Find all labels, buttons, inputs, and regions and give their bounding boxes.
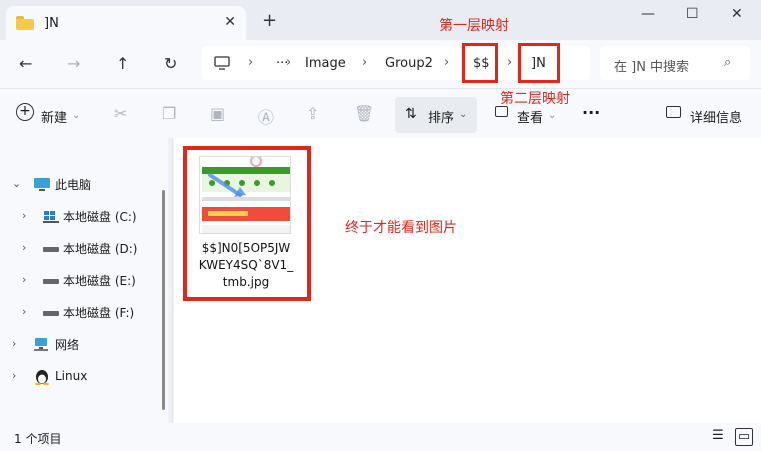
title-bar: ]N ✕ + — ☐ ✕	[0, 0, 761, 40]
search-box[interactable]: 在 ]N 中搜索 ⌕	[600, 46, 750, 80]
breadcrumb-separator: ›	[362, 55, 368, 70]
delete-icon[interactable]: 🗑	[354, 104, 374, 123]
sidebar-item-label: 此电脑	[55, 178, 92, 192]
new-tab-button[interactable]: +	[262, 10, 277, 31]
drive-icon	[43, 278, 59, 284]
network-icon	[34, 338, 48, 351]
new-plus-icon: +	[16, 103, 34, 121]
sidebar-item-linux[interactable]: Linux	[33, 367, 87, 385]
breadcrumb-separator: ›	[444, 55, 450, 70]
sidebar-item-label: 网络	[55, 338, 80, 352]
tab-current[interactable]: ]N ✕	[6, 6, 246, 40]
navigation-pane: ⌄ 此电脑 › 本地磁盘 (C:) › 本地磁盘 (D:) › 本地磁盘 (E:…	[0, 138, 168, 423]
sidebar-item-label: 本地磁盘 (D:)	[63, 242, 138, 256]
annotation-first-layer: 第一层映射	[439, 18, 509, 34]
file-name-line: tmb.jpg	[222, 275, 270, 289]
sidebar-item-drive-e[interactable]: 本地磁盘 (E:)	[43, 272, 136, 289]
linux-icon	[35, 370, 49, 385]
details-view-icon[interactable]: ☰	[709, 428, 727, 446]
chevron-right-icon[interactable]: ›	[12, 337, 16, 350]
sort-label: 排序	[428, 111, 455, 126]
file-name-line: KWEY4SQ`8V1_	[198, 258, 294, 272]
breadcrumb-group2[interactable]: Group2	[385, 56, 433, 71]
tab-title: ]N	[44, 15, 59, 31]
sidebar-item-this-pc[interactable]: 此电脑	[33, 176, 91, 193]
tab-close-icon[interactable]: ✕	[224, 14, 236, 30]
sidebar-item-drive-d[interactable]: 本地磁盘 (D:)	[43, 240, 137, 257]
highlight-box-second	[518, 43, 560, 83]
minimize-button[interactable]: —	[641, 6, 655, 22]
more-options-button[interactable]: ···	[582, 103, 600, 122]
thumbnail-image	[200, 157, 290, 233]
item-count: 1 个项目	[14, 432, 62, 446]
search-icon: ⌕	[724, 55, 732, 70]
sidebar-item-drive-f[interactable]: 本地磁盘 (F:)	[43, 304, 134, 321]
share-icon[interactable]: ⇪	[306, 104, 319, 123]
forward-button[interactable]: →	[67, 54, 80, 73]
close-window-button[interactable]: ✕	[731, 6, 743, 22]
view-button[interactable]: 查看	[517, 107, 543, 126]
breadcrumb-separator: ›	[248, 55, 254, 70]
file-name-line: $$]N0[5OP5JW	[201, 241, 291, 255]
paste-icon[interactable]: ▣	[210, 104, 225, 123]
drive-icon	[43, 246, 59, 252]
search-placeholder: 在 ]N 中搜索	[614, 60, 690, 75]
rename-icon[interactable]: Ⓐ	[258, 104, 274, 128]
sort-button[interactable]: ⇅ 排序 ⌄	[395, 97, 477, 133]
sidebar-item-label: 本地磁盘 (F:)	[63, 306, 135, 320]
status-bar: 1 个项目 ☰ ▭	[0, 423, 761, 451]
breadcrumb-separator: ›	[286, 55, 292, 70]
new-button[interactable]: 新建	[41, 107, 67, 126]
chevron-down-icon: ⌄	[459, 109, 468, 120]
annotation-second-layer: 第二层映射	[500, 91, 570, 107]
sort-icon: ⇅	[405, 106, 417, 122]
maximize-button[interactable]: ☐	[686, 6, 699, 22]
monitor-icon	[214, 56, 230, 70]
breadcrumb-separator: ›	[507, 55, 513, 70]
back-button[interactable]: ←	[19, 54, 32, 73]
sidebar-item-label: 本地磁盘 (E:)	[63, 274, 136, 288]
chevron-right-icon[interactable]: ›	[22, 241, 26, 254]
highlight-box-first	[462, 43, 498, 83]
cut-icon[interactable]: ✂	[114, 104, 127, 123]
windows-drive-icon	[43, 211, 59, 223]
chevron-right-icon[interactable]: ›	[12, 369, 16, 382]
sidebar-item-label: Linux	[55, 369, 88, 383]
chevron-down-icon: ⌄	[548, 110, 557, 121]
breadcrumb-image[interactable]: Image	[305, 56, 346, 71]
chevron-right-icon[interactable]: ›	[22, 305, 26, 318]
copy-icon[interactable]: ❐	[162, 104, 176, 123]
chevron-right-icon[interactable]: ›	[22, 273, 26, 286]
sidebar-item-label: 本地磁盘 (C:)	[63, 210, 137, 224]
details-pane-icon	[666, 106, 681, 118]
up-button[interactable]: ↑	[116, 54, 129, 73]
chevron-right-icon[interactable]: ›	[22, 209, 26, 222]
sidebar-item-drive-c[interactable]: 本地磁盘 (C:)	[43, 208, 137, 225]
refresh-button[interactable]: ↻	[164, 54, 177, 73]
folder-icon	[16, 16, 34, 30]
large-icons-view-icon[interactable]: ▭	[735, 428, 753, 446]
pc-icon	[34, 178, 50, 191]
chevron-down-icon[interactable]: ⌄	[12, 177, 21, 190]
file-thumbnail[interactable]	[199, 156, 291, 234]
sidebar-scrollbar[interactable]	[162, 190, 165, 410]
sidebar-item-network[interactable]: 网络	[33, 336, 79, 353]
address-row: ← → ↑ ↻ › ··· › Image › Group2 › $$ › ]N…	[0, 40, 761, 88]
chevron-down-icon: ⌄	[72, 110, 81, 121]
details-button[interactable]: 详细信息	[690, 107, 742, 126]
annotation-finally-see-image: 终于才能看到图片	[345, 220, 457, 236]
pane-divider[interactable]	[172, 138, 173, 423]
command-bar: + 新建 ⌄ ✂ ❐ ▣ Ⓐ ⇪ 🗑 ⇅ 排序 ⌄ 查看 ⌄ ··· 详细信息	[0, 88, 761, 138]
file-name[interactable]: $$]N0[5OP5JW KWEY4SQ`8V1_ tmb.jpg	[187, 240, 305, 291]
drive-icon	[43, 310, 59, 316]
